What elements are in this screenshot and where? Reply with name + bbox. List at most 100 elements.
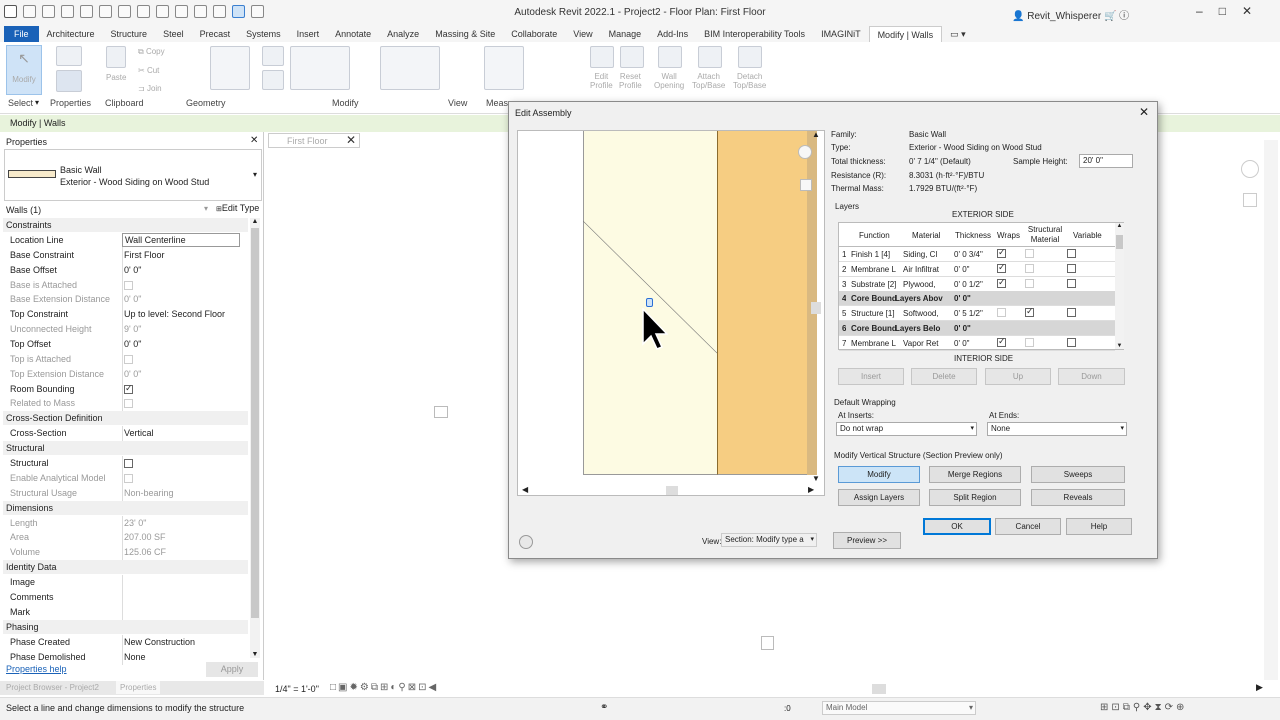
wraps-checkbox[interactable] — [997, 277, 1006, 288]
preview-hscroll-right-icon[interactable]: ▶ — [808, 485, 814, 494]
layer-row[interactable]: 2 Membrane L Air Infiltrat 0' 0" — [839, 261, 1115, 277]
variable-checkbox[interactable] — [1067, 278, 1076, 288]
preview-button[interactable]: Preview >> — [833, 532, 901, 549]
property-value[interactable]: Up to level: Second Floor — [124, 309, 225, 319]
tab-view[interactable]: View — [565, 26, 600, 42]
variable-checkbox[interactable] — [1067, 308, 1076, 318]
view-scale[interactable]: 1/4" = 1'-0" — [275, 684, 319, 694]
property-value[interactable]: Wall Centerline — [122, 233, 240, 247]
properties-icon[interactable] — [56, 70, 82, 92]
section-identity-data[interactable]: Identity Data — [3, 560, 248, 575]
property-value[interactable]: First Floor — [124, 250, 165, 260]
layers-scroll-up-icon[interactable]: ▲ — [1115, 223, 1124, 229]
elevation-marker-bottom-icon[interactable] — [761, 636, 774, 650]
section-dimensions[interactable]: Dimensions — [3, 500, 248, 515]
insert-button[interactable]: Insert — [838, 368, 904, 385]
layer-row[interactable]: 7 Membrane L Vapor Ret 0' 0" — [839, 335, 1115, 351]
property-value[interactable]: 0' 0" — [124, 265, 141, 275]
cart-icon[interactable]: 🛒 — [1104, 11, 1119, 22]
property-row[interactable]: Base Offset 0' 0" — [5, 262, 248, 278]
property-row[interactable]: Comments — [5, 590, 248, 605]
up-button[interactable]: Up — [985, 368, 1051, 385]
paste-icon[interactable] — [106, 46, 126, 68]
ribbon-options-icon[interactable]: ▭ ▾ — [942, 26, 974, 42]
type-dropdown-icon[interactable]: ▾ — [253, 170, 257, 179]
preview-vscroll-up-icon[interactable]: ▲ — [810, 130, 822, 139]
dialog-help-icon[interactable] — [519, 535, 533, 549]
property-row[interactable]: Top Extension Distance 0' 0" — [5, 366, 248, 382]
maximize-button[interactable]: □ — [1219, 4, 1226, 18]
tab-architecture[interactable]: Architecture — [39, 26, 103, 42]
sweeps-button[interactable]: Sweeps — [1031, 466, 1125, 483]
modify-tool-button[interactable]: ↖ Modify — [6, 45, 42, 95]
property-checkbox[interactable] — [124, 383, 133, 394]
property-value[interactable]: 0' 0" — [124, 339, 141, 349]
property-row[interactable]: Base Constraint First Floor — [5, 247, 248, 263]
scroll-thumb[interactable] — [251, 228, 259, 618]
view-tools-icon[interactable] — [484, 46, 524, 90]
property-row[interactable]: Cross-Section Vertical — [5, 426, 248, 442]
property-value[interactable]: Vertical — [124, 428, 154, 438]
down-button[interactable]: Down — [1058, 368, 1125, 385]
layer-row[interactable]: 5 Structure [1] Softwood, 0' 5 1/2" — [839, 306, 1115, 322]
property-row[interactable]: Top Offset 0' 0" — [5, 336, 248, 352]
scroll-right-icon[interactable]: ▶ — [1256, 682, 1263, 693]
edit-profile-icon[interactable] — [590, 46, 614, 68]
properties-close-icon[interactable]: ✕ — [250, 135, 258, 146]
tab-manage[interactable]: Manage — [601, 26, 650, 42]
view-scrollbar[interactable] — [1264, 140, 1278, 680]
minimize-button[interactable]: – — [1196, 4, 1203, 18]
properties-help-link[interactable]: Properties help — [6, 664, 67, 674]
type-properties-icon[interactable] — [56, 46, 82, 66]
help-icon[interactable]: ⓘ — [1119, 11, 1129, 22]
layer-row[interactable]: 3 Substrate [2] Plywood, 0' 0 1/2" — [839, 276, 1115, 292]
copy-button[interactable]: ⧉ Copy — [138, 47, 165, 57]
dialog-close-icon[interactable]: ✕ — [1139, 105, 1149, 119]
property-row[interactable]: Structural — [5, 456, 248, 472]
status-icons[interactable]: ⊞⊡⧉⚲✥⧗⟳⊕ — [1100, 702, 1187, 713]
edit-type-button[interactable]: ⊞Edit Type — [216, 203, 259, 213]
delete-button[interactable]: Delete — [911, 368, 977, 385]
layer-row[interactable]: 4 Core Bound Layers Abov 0' 0" — [839, 291, 1115, 307]
design-options-select[interactable]: Main Model ▾ — [822, 701, 976, 715]
rotate-icon[interactable] — [290, 46, 350, 90]
preview-vscroll-down-icon[interactable]: ▼ — [810, 474, 822, 483]
section-constraints[interactable]: Constraints — [3, 218, 248, 232]
property-row[interactable]: Unconnected Height 9' 0" — [5, 322, 248, 338]
worksharing-icon[interactable]: ⚭ — [600, 702, 608, 713]
tab-precast[interactable]: Precast — [192, 26, 239, 42]
property-row[interactable]: Top Constraint Up to level: Second Floor — [5, 307, 248, 323]
attach-top-icon[interactable] — [698, 46, 722, 68]
close-window-button[interactable]: ✕ — [1242, 4, 1252, 18]
tab-bim-interoperability[interactable]: BIM Interoperability Tools — [696, 26, 813, 42]
property-row[interactable]: Related to Mass — [5, 396, 248, 412]
wraps-checkbox[interactable] — [997, 336, 1006, 347]
properties-scrollbar[interactable]: ▲ ▼ — [250, 218, 260, 658]
help-button[interactable]: Help — [1066, 518, 1132, 535]
tab-massing-site[interactable]: Massing & Site — [427, 26, 503, 42]
zoom-icon[interactable] — [1243, 193, 1257, 207]
layer-row[interactable]: 6 Core Bound Layers Belo 0' 0" — [839, 321, 1115, 336]
property-row[interactable]: Structural Usage Non-bearing — [5, 485, 248, 501]
modify-button[interactable]: Modify — [838, 466, 920, 483]
property-row[interactable]: Image — [5, 575, 248, 591]
align-icon[interactable] — [262, 46, 284, 66]
property-row[interactable]: Phase Created New Construction — [5, 634, 248, 650]
tab-insert[interactable]: Insert — [289, 26, 328, 42]
instance-selector[interactable]: Walls (1) ▾ — [4, 203, 214, 217]
view-control-icons[interactable]: □▣✹⚙⧉⊞◐⚲⊠⊡◀ — [330, 682, 438, 693]
tab-project-browser[interactable]: Project Browser - Project2 — [6, 683, 99, 692]
tab-add-ins[interactable]: Add-Ins — [649, 26, 696, 42]
property-checkbox[interactable] — [124, 459, 133, 469]
elevation-marker-icon[interactable] — [434, 406, 448, 418]
property-row[interactable]: Base is Attached — [5, 277, 248, 293]
section-phasing[interactable]: Phasing — [3, 619, 248, 634]
tab-imaginit[interactable]: IMAGINiT — [813, 26, 869, 42]
property-row[interactable]: Base Extension Distance 0' 0" — [5, 292, 248, 308]
array-icon[interactable] — [380, 46, 440, 90]
layer-row[interactable]: 1 Finish 1 [4] Siding, Cl 0' 0 3/4" — [839, 247, 1115, 262]
apply-button[interactable]: Apply — [206, 662, 258, 677]
reveals-button[interactable]: Reveals — [1031, 489, 1125, 506]
tab-systems[interactable]: Systems — [238, 26, 289, 42]
view-tab-close-icon[interactable]: ✕ — [346, 133, 356, 147]
